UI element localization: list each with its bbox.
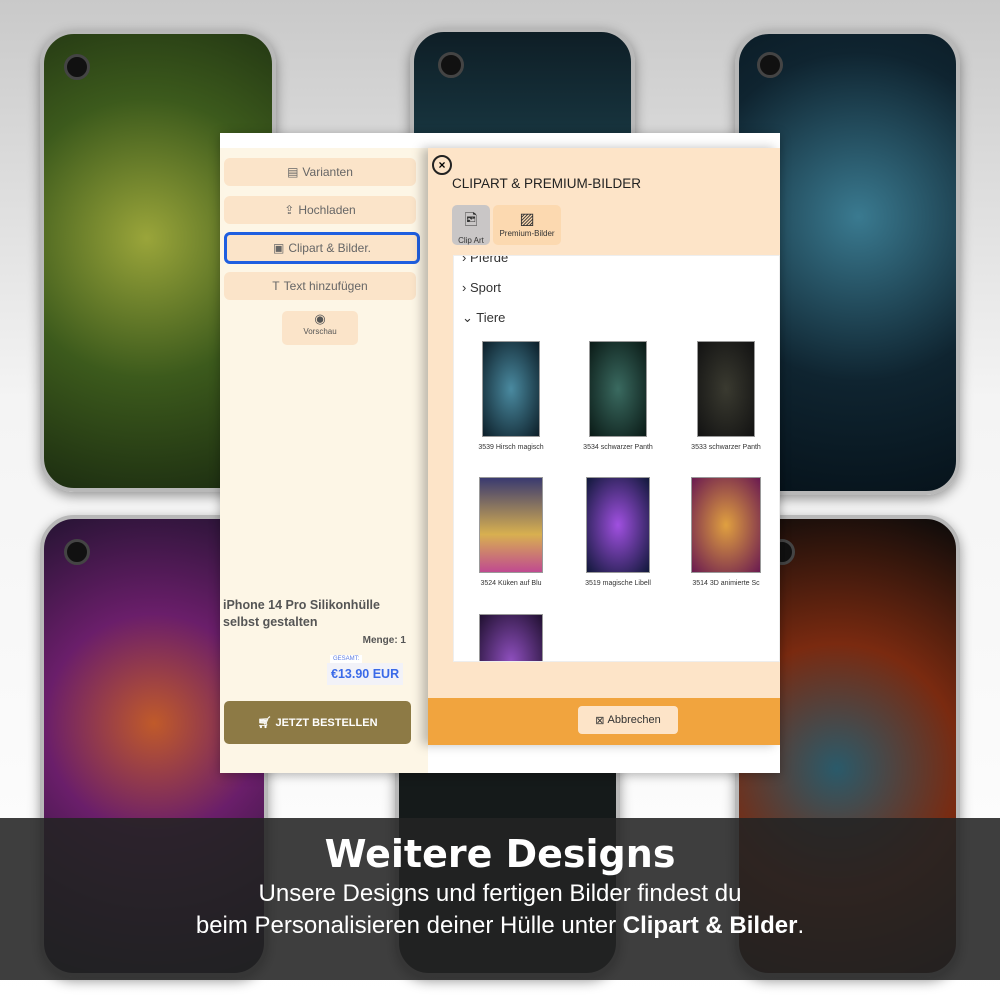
clipart-caption: 3519 magische Libell xyxy=(585,580,651,587)
clipboard-icon: ▤ xyxy=(287,165,299,179)
promo-banner: Weitere Designs Unsere Designs und ferti… xyxy=(0,818,1000,980)
banner-line1: Unsere Designs und fertigen Bilder finde… xyxy=(258,880,742,907)
clipart-thumb[interactable] xyxy=(586,477,650,573)
clipart-caption: 3533 schwarzer Panth xyxy=(691,444,761,451)
banner-title: Weitere Designs xyxy=(324,832,676,876)
banner-line2: beim Personalisieren deiner Hülle unter … xyxy=(195,912,805,939)
modal-footer: ⊠ Abbrechen xyxy=(428,698,780,745)
clipart-thumb[interactable] xyxy=(697,341,755,437)
upload-icon: ⇪ xyxy=(284,203,295,217)
clipart-thumb[interactable] xyxy=(479,477,543,573)
designer-window: ▤ Varianten ⇪ Hochladen ▣ Clipart & Bilder.… xyxy=(220,133,780,773)
clipart-caption: 3539 Hirsch magisch xyxy=(478,444,544,451)
clipart-thumb[interactable] xyxy=(691,477,761,573)
text-icon: T xyxy=(272,279,280,293)
category-tiere[interactable]: ⌄ Tiere xyxy=(462,310,505,326)
quantity: Menge: 1 xyxy=(362,635,406,646)
clipart-thumb[interactable] xyxy=(589,341,647,437)
clipart-list[interactable]: › Pferde › Sport ⌄ Tiere 3539 Hirsch mag… xyxy=(453,255,780,662)
clipart-caption: 3534 schwarzer Panth xyxy=(583,444,653,451)
category-sport[interactable]: › Sport xyxy=(462,280,501,295)
cart-icon: 🛒︎ xyxy=(257,717,272,729)
clipart-modal: × CLIPART & PREMIUM-BILDER 🖻︎ Clip Art ▨ P… xyxy=(428,148,780,745)
modal-title: CLIPART & PREMIUM-BILDER xyxy=(452,176,642,191)
preview-button[interactable]: ◉ Vorschau xyxy=(282,311,358,345)
image-icon: ▨ xyxy=(519,211,535,228)
sidebar-item-text[interactable]: T Text hinzufügen xyxy=(224,272,416,300)
clipart-caption: 3514 3D animierte Sc xyxy=(692,580,760,587)
total-label: GESAMT: xyxy=(330,655,363,663)
sidebar-item-varianten[interactable]: ▤ Varianten xyxy=(224,158,416,186)
order-button[interactable]: 🛒︎ JETZT BESTELLEN xyxy=(224,701,411,744)
clipart-thumb[interactable] xyxy=(482,341,540,437)
sidebar-item-clipart[interactable]: ▣ Clipart & Bilder. xyxy=(224,232,420,264)
tab-premium-bilder[interactable]: ▨ Premium-Bilder xyxy=(493,205,561,245)
total-price: €13.90 EUR xyxy=(327,663,404,685)
close-button[interactable]: × xyxy=(432,155,452,175)
file-image-icon: 🖻︎ xyxy=(464,212,478,229)
category-pferde[interactable]: › Pferde xyxy=(462,256,508,265)
product-title: iPhone 14 Pro Silikonhülle selbst gestal… xyxy=(223,598,380,629)
tab-clip-art[interactable]: 🖻︎ Clip Art xyxy=(452,205,490,245)
sidebar-item-hochladen[interactable]: ⇪ Hochladen xyxy=(224,196,416,224)
images-icon: ▣ xyxy=(272,241,285,255)
cancel-button[interactable]: ⊠ Abbrechen xyxy=(578,706,678,734)
sidebar: ▤ Varianten ⇪ Hochladen ▣ Clipart & Bilder.… xyxy=(220,148,428,773)
close-box-icon: ⊠ xyxy=(595,714,605,727)
clipart-caption: 3524 Küken auf Blu xyxy=(480,580,542,587)
clipart-thumb[interactable] xyxy=(479,614,543,661)
eye-icon: ◉ xyxy=(314,311,326,326)
